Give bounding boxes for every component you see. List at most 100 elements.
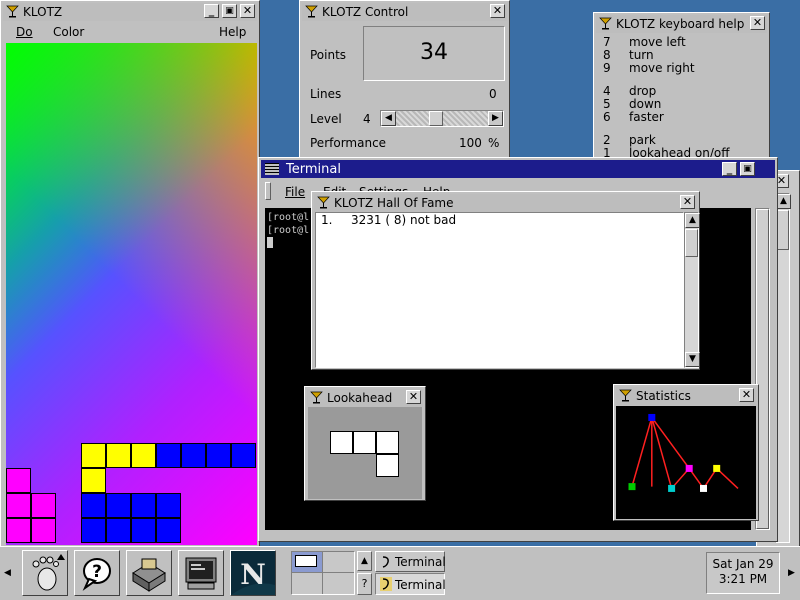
control-title: KLOTZ Control	[322, 5, 409, 19]
brick-cell	[156, 443, 181, 468]
level-slider[interactable]: ◀ ▶	[380, 110, 504, 127]
taskbar-scroll-right-button[interactable]: ▶	[786, 552, 797, 594]
brick-cell	[131, 493, 156, 518]
lines-value: 0	[489, 87, 497, 101]
brick-cell	[6, 468, 31, 493]
key-row: 6 faster	[603, 110, 664, 124]
preview-cell	[353, 431, 376, 454]
level-increase-button[interactable]: ▶	[488, 111, 503, 126]
menubar-handle[interactable]	[265, 182, 271, 200]
close-button[interactable]: ✕	[406, 390, 421, 404]
level-slider-thumb[interactable]	[429, 111, 443, 126]
maximize-button[interactable]: ▣	[222, 4, 237, 18]
close-button[interactable]: ✕	[490, 4, 505, 18]
performance-label: Performance	[310, 136, 387, 150]
pager-workspace-4[interactable]	[323, 573, 354, 594]
pager-help-button[interactable]: ?	[357, 573, 372, 595]
pager-workspace-1[interactable]	[292, 552, 323, 573]
control-window: KLOTZ Control ✕ Points 34 Lines 0 Level …	[299, 0, 510, 158]
hof-score: 3231	[351, 213, 382, 227]
preview-cell	[376, 431, 399, 454]
pager-workspace-2[interactable]	[323, 552, 354, 573]
hof-list[interactable]: 1. 3231 ( 8) not bad	[315, 212, 684, 368]
tasklist-item-active[interactable]: Terminal	[375, 573, 446, 595]
tasklist-label: Terminal	[395, 555, 446, 569]
lines-label: Lines	[310, 87, 342, 101]
key-row: 4 drop	[603, 84, 657, 98]
minimize-button[interactable]: _	[722, 162, 737, 176]
klotz-cup-icon	[310, 391, 323, 404]
window-menu-button[interactable]	[265, 163, 279, 175]
workspace-pager[interactable]	[291, 551, 355, 595]
klotz-cup-icon	[317, 196, 330, 209]
netscape-launcher-button[interactable]: N	[230, 550, 276, 596]
brick-cell	[181, 443, 206, 468]
maximize-button[interactable]: ▣	[740, 162, 755, 176]
klotz-cup-icon	[6, 5, 19, 18]
hof-titlebar[interactable]: KLOTZ Hall Of Fame ✕	[314, 194, 697, 212]
klotz-playfield[interactable]	[6, 43, 257, 545]
hof-entry: 1. 3231 ( 8) not bad	[321, 213, 456, 227]
close-button[interactable]: ✕	[680, 195, 695, 209]
close-button[interactable]: ✕	[240, 4, 255, 18]
brick-cell	[81, 518, 106, 543]
brick-cell	[156, 493, 181, 518]
close-button[interactable]: ✕	[750, 16, 765, 30]
tasklist-item[interactable]: Terminal	[375, 551, 446, 572]
klotz-cup-icon	[305, 5, 318, 18]
pager-workspace-3[interactable]	[292, 573, 323, 594]
points-display: 34	[363, 26, 505, 81]
hof-title: KLOTZ Hall Of Fame	[334, 196, 454, 210]
brick-cell	[81, 443, 106, 468]
minimize-button[interactable]: _	[204, 4, 219, 18]
brick-cell	[206, 443, 231, 468]
scroll-thumb[interactable]	[685, 229, 698, 257]
stat-link	[631, 417, 653, 487]
help-bubble-icon: ?	[82, 558, 111, 591]
level-value: 4	[363, 112, 371, 126]
stat-point	[648, 413, 656, 421]
main-menu-button[interactable]	[22, 550, 68, 596]
klotz-titlebar[interactable]: KLOTZ _ ▣ ✕	[3, 3, 257, 21]
stat-point	[668, 484, 676, 492]
statistics-title: Statistics	[636, 389, 691, 403]
scroll-up-button[interactable]: ▲	[685, 213, 700, 228]
brick-cell	[106, 493, 131, 518]
pager-up-button[interactable]: ▲	[357, 551, 372, 571]
lookahead-preview	[308, 407, 422, 499]
terminal-launcher-button[interactable]	[178, 550, 224, 596]
menu-color[interactable]: Color	[53, 25, 84, 39]
clock[interactable]: Sat Jan 29 3:21 PM	[706, 552, 780, 594]
taskbar-scroll-left-button[interactable]: ◀	[2, 553, 13, 593]
brick-cell	[31, 493, 56, 518]
menu-help[interactable]: Help	[219, 25, 246, 39]
brick-cell	[106, 518, 131, 543]
klotz-menubar: Do Color Help	[3, 23, 257, 41]
stat-link	[651, 417, 690, 469]
control-titlebar[interactable]: KLOTZ Control ✕	[302, 3, 507, 21]
stat-point	[700, 484, 707, 492]
scroll-up-button[interactable]: ▲	[776, 194, 791, 209]
statistics-titlebar[interactable]: Statistics ✕	[616, 387, 756, 405]
keyhelp-titlebar[interactable]: KLOTZ keyboard help ✕	[596, 15, 767, 33]
hof-scrollbar[interactable]: ▲ ▼	[684, 212, 700, 368]
menu-file[interactable]: File	[285, 185, 305, 199]
klotz-title: KLOTZ	[23, 5, 63, 19]
help-launcher-button[interactable]: ?	[74, 550, 120, 596]
terminal-titlebar[interactable]: Terminal _ ▣	[261, 160, 775, 178]
klotz-cup-icon	[619, 389, 632, 402]
scroll-down-button[interactable]: ▼	[685, 352, 700, 367]
brick-cell	[106, 443, 131, 468]
close-button[interactable]: ✕	[739, 388, 754, 402]
key-row: 5 down	[603, 97, 662, 111]
file-manager-launcher-button[interactable]	[126, 550, 172, 596]
lookahead-titlebar[interactable]: Lookahead ✕	[307, 389, 423, 407]
brick-cell	[31, 518, 56, 543]
menu-do[interactable]: Do	[16, 25, 33, 39]
level-decrease-button[interactable]: ◀	[381, 111, 396, 126]
key-row: 7 move left	[603, 35, 686, 49]
netscape-icon: N	[231, 551, 275, 595]
hof-level: ( 8)	[385, 213, 407, 227]
lookahead-window: Lookahead ✕	[304, 386, 426, 501]
stat-point	[685, 464, 693, 472]
